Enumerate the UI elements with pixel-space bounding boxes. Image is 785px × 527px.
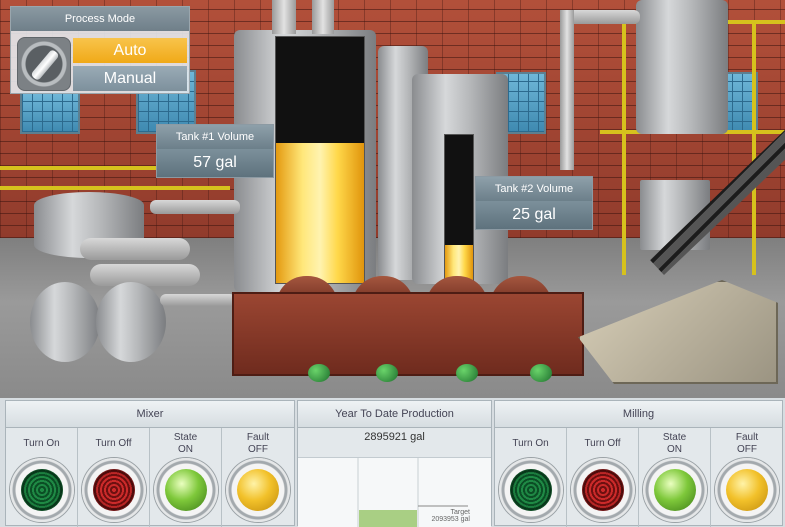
mixer-fault-label: Fault: [246, 432, 270, 443]
amber-indicator-lamp-icon: [237, 469, 279, 511]
mixer-section: Mixer Turn On Turn Off State ON Fault OF…: [5, 400, 295, 527]
mode-selector-knob[interactable]: [17, 37, 71, 91]
green-pushbutton-icon: [21, 469, 63, 511]
pipe: [272, 0, 296, 34]
green-indicator-lamp-icon: [654, 469, 696, 511]
milling-fault-indicator: [715, 458, 779, 522]
milling-turn-on-label: Turn On: [512, 438, 549, 449]
mixer-fault-value: OFF: [248, 444, 268, 455]
motor: [308, 364, 330, 382]
mixer-turn-on-button[interactable]: [10, 458, 74, 522]
tank-1-level-fill: [276, 142, 364, 283]
factory-window: [20, 92, 80, 134]
tank-2-volume-value: 25 gal: [476, 201, 592, 229]
pipe: [160, 294, 236, 306]
green-pushbutton-icon: [510, 469, 552, 511]
process-mode-panel: Process Mode Auto Manual: [10, 6, 190, 94]
mixer-turn-off-cell: Turn Off: [78, 428, 150, 527]
milling-state-value: ON: [667, 444, 682, 455]
mode-auto-button[interactable]: Auto: [73, 38, 187, 63]
milling-turn-off-label: Turn Off: [584, 438, 621, 449]
tank-1-volume-label: Tank #1 Volume: [157, 125, 273, 149]
tank-2-volume-readout: Tank #2 Volume 25 gal: [475, 176, 593, 230]
mixer-state-label: State: [173, 432, 198, 443]
tank-1-level-gauge: [275, 36, 365, 284]
milling-state-cell: State ON: [639, 428, 711, 527]
motor: [376, 364, 398, 382]
ytd-progress-bar: [359, 510, 417, 527]
mixer-turn-off-label: Turn Off: [95, 438, 132, 449]
tank-1-volume-value: 57 gal: [157, 149, 273, 177]
mixer-turn-on-label: Turn On: [23, 438, 60, 449]
pipe: [312, 0, 334, 34]
milling-fault-value: OFF: [737, 444, 757, 455]
milling-turn-on-button[interactable]: [499, 458, 563, 522]
mixer-state-indicator: [154, 458, 218, 522]
amber-indicator-lamp-icon: [726, 469, 768, 511]
ytd-production-title: Year To Date Production: [298, 401, 491, 428]
milling-turn-on-cell: Turn On: [495, 428, 567, 527]
pipe: [90, 264, 200, 286]
milling-turn-off-cell: Turn Off: [567, 428, 639, 527]
mixer-turn-on-cell: Turn On: [6, 428, 78, 527]
ytd-production-value: 2895921 gal: [364, 431, 425, 443]
mixer-turn-off-button[interactable]: [82, 458, 146, 522]
platform-post: [752, 20, 756, 275]
milling-turn-off-button[interactable]: [571, 458, 635, 522]
red-pushbutton-icon: [93, 469, 135, 511]
mixer-state-cell: State ON: [150, 428, 222, 527]
tank-2-volume-label: Tank #2 Volume: [476, 177, 592, 201]
pipe: [80, 238, 190, 260]
motor: [456, 364, 478, 382]
platform-post: [622, 20, 626, 275]
tank-2-level-gauge: [444, 134, 474, 282]
milling-state-indicator: [643, 458, 707, 522]
silo: [636, 0, 728, 134]
mill-conveyor: [232, 292, 584, 376]
ytd-production-section: Year To Date Production 2895921 gal Targ…: [297, 400, 492, 527]
ytd-target-label: Target: [450, 509, 470, 516]
safety-rail: [0, 186, 230, 190]
mode-manual-button[interactable]: Manual: [73, 66, 187, 91]
process-mode-title: Process Mode: [11, 7, 189, 31]
ytd-progress-chart: Target 2093953 gal: [298, 457, 491, 527]
milling-fault-cell: Fault OFF: [711, 428, 783, 527]
motor: [530, 364, 552, 382]
milling-state-label: State: [662, 432, 687, 443]
milling-title: Milling: [495, 401, 782, 428]
mixer-fault-indicator: [226, 458, 290, 522]
storage-tank: [30, 282, 100, 362]
red-pushbutton-icon: [582, 469, 624, 511]
mixer-title: Mixer: [6, 401, 294, 428]
milling-fault-label: Fault: [735, 432, 759, 443]
selector-handle-icon: [30, 48, 60, 82]
mixer-fault-cell: Fault OFF: [222, 428, 294, 527]
ytd-target: Target 2093953 gal: [418, 509, 470, 523]
pipe: [560, 10, 574, 170]
milling-section: Milling Turn On Turn Off State ON Fault …: [494, 400, 783, 527]
control-strip: Mixer Turn On Turn Off State ON Fault OF…: [0, 398, 785, 527]
mixer-state-value: ON: [178, 444, 193, 455]
pipe: [150, 200, 240, 214]
green-indicator-lamp-icon: [165, 469, 207, 511]
ytd-target-value: 2093953 gal: [431, 516, 470, 523]
tank-1-volume-readout: Tank #1 Volume 57 gal: [156, 124, 274, 178]
storage-tank: [96, 282, 166, 362]
